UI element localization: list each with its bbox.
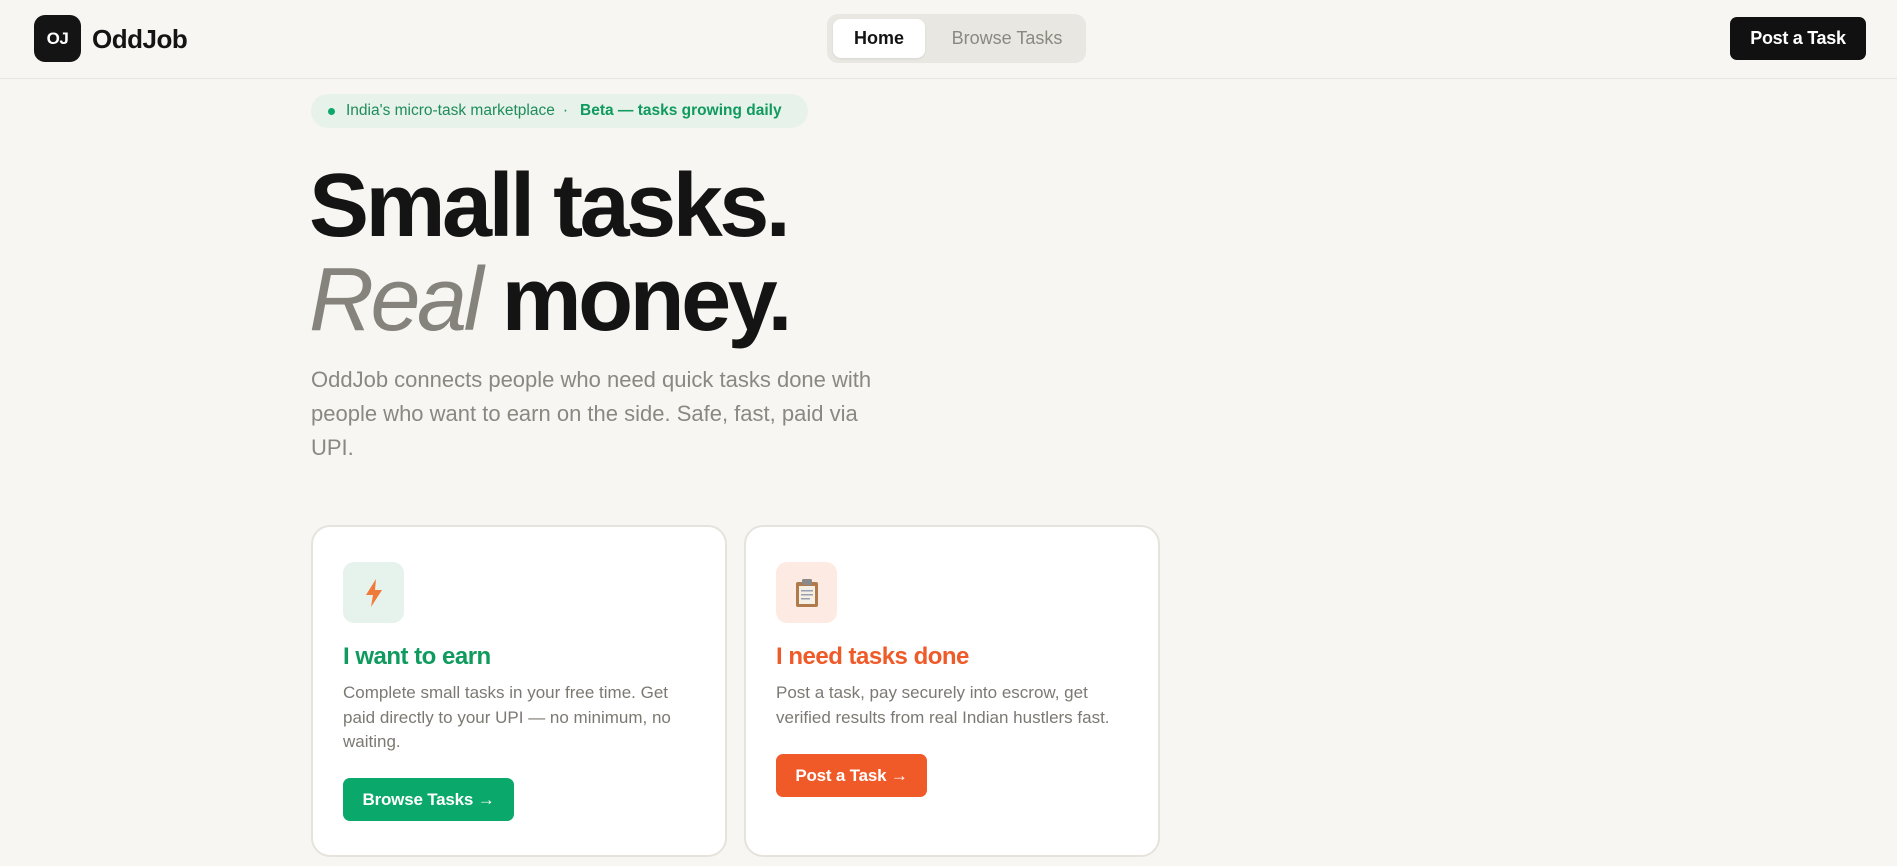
hero-headline-line2: Real money. xyxy=(309,250,793,350)
clipboard-icon xyxy=(776,562,837,623)
hero-italic-word: Real xyxy=(309,250,484,350)
status-dot-icon xyxy=(328,107,335,115)
badge-text: India's micro-task marketplace xyxy=(346,102,555,119)
need-card-title: I need tasks done xyxy=(776,643,969,670)
top-navbar: OJ OddJob Home Browse Tasks Post a Task xyxy=(0,0,1897,79)
hero-bold-word: money. xyxy=(501,250,793,350)
lightning-icon xyxy=(343,562,404,623)
badge-separator: · xyxy=(562,102,569,119)
earn-card-description: Complete small tasks in your free time. … xyxy=(343,683,671,751)
browse-tasks-button[interactable]: Browse Tasks → xyxy=(343,778,514,821)
earn-card-title: I want to earn xyxy=(343,643,491,670)
beta-badge: India's micro-task marketplace · Beta — … xyxy=(311,94,808,128)
brand-name[interactable]: OddJob xyxy=(92,24,188,55)
earn-card: I want to earn Complete small tasks in y… xyxy=(311,525,727,857)
need-card: I need tasks done Post a task, pay secur… xyxy=(744,525,1160,857)
tab-browse-tasks[interactable]: Browse Tasks xyxy=(937,19,1077,58)
need-card-description: Post a task, pay securely into escrow, g… xyxy=(776,683,1110,727)
tab-home[interactable]: Home xyxy=(833,19,925,58)
hero-description: OddJob connects people who need quick ta… xyxy=(311,367,872,460)
logo-icon[interactable]: OJ xyxy=(34,15,81,62)
post-task-card-button[interactable]: Post a Task → xyxy=(776,754,927,797)
hero-headline-line1: Small tasks. xyxy=(309,156,791,256)
post-task-button[interactable]: Post a Task xyxy=(1730,17,1866,60)
nav-tabs: Home Browse Tasks xyxy=(827,14,1086,63)
badge-highlight: Beta — tasks growing daily xyxy=(580,102,782,119)
